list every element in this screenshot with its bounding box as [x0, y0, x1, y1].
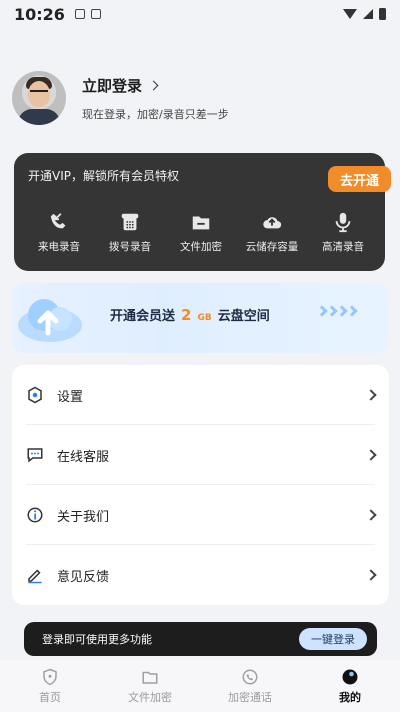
feature-incoming-call[interactable]: 来电录音 [26, 211, 92, 254]
microphone-icon [335, 212, 351, 233]
cloud-amount: 2 [181, 306, 192, 324]
menu-label: 意见反馈 [57, 569, 110, 585]
app-icon [90, 9, 101, 19]
open-vip-button[interactable]: 去开通 [328, 166, 391, 192]
tab-label: 我的 [339, 690, 361, 704]
home-shield-icon [43, 668, 57, 685]
chevron-right-icon [365, 509, 377, 521]
menu-item-about[interactable]: 关于我们 [12, 485, 389, 545]
feature-label: 文件加密 [180, 241, 222, 253]
cloud-arrows-icon [316, 305, 358, 317]
tab-label: 加密通话 [228, 690, 272, 704]
incoming-call-icon [50, 213, 66, 229]
settings-menu: 设置 在线客服 关于我们 意见反馈 [12, 365, 389, 605]
chevron-right-icon [365, 389, 377, 401]
folder-icon [142, 671, 158, 684]
status-time: 10:26 [14, 4, 65, 24]
feature-cloud-storage[interactable]: 云储存容量 [239, 211, 305, 254]
login-title: 立即登录 [82, 76, 143, 95]
bottom-tab-bar: 首页 文件加密 加密通话 我的 [0, 660, 400, 712]
chevron-right-icon [365, 449, 377, 461]
menu-item-feedback[interactable]: 意见反馈 [12, 545, 389, 605]
profile-text: 立即登录 现在登录，加密/录音只差一步 [82, 75, 229, 122]
chevron-right-icon [148, 80, 159, 90]
folder-lock-icon [192, 216, 210, 230]
notification-icon [74, 9, 85, 19]
cloud-promo-banner[interactable]: 开通会员送 2 GB 云盘空间 [12, 283, 389, 353]
login-subtitle: 现在登录，加密/录音只差一步 [82, 107, 229, 121]
status-bar: 10:26 [0, 0, 400, 28]
cloud-unit: GB [197, 313, 212, 323]
menu-label: 在线客服 [57, 449, 110, 465]
menu-label: 设置 [57, 389, 84, 405]
settings-icon [28, 386, 42, 404]
feature-label: 云储存容量 [245, 241, 299, 253]
one-click-login-button[interactable]: 一键登录 [299, 628, 367, 650]
tab-label: 文件加密 [128, 690, 172, 704]
cloud-upload-icon [263, 217, 282, 229]
info-icon [27, 507, 43, 523]
tab-label: 首页 [39, 690, 61, 704]
cloud-text-before: 开通会员送 [110, 309, 176, 324]
login-prompt-text: 登录即可使用更多功能 [42, 633, 152, 646]
feature-hd-record[interactable]: 高清录音 [310, 211, 376, 254]
feature-label: 高清录音 [322, 241, 364, 253]
login-prompt-bar: 登录即可使用更多功能 一键登录 [24, 622, 377, 656]
chevron-right-icon [365, 569, 377, 581]
tab-mine[interactable]: 我的 [305, 668, 395, 705]
avatar[interactable] [12, 71, 66, 125]
profile-icon [342, 669, 358, 684]
menu-item-customer-service[interactable]: 在线客服 [12, 425, 389, 485]
feedback-edit-icon [28, 569, 42, 584]
feature-label: 拨号录音 [109, 241, 151, 253]
login-link[interactable]: 立即登录 [82, 75, 229, 96]
battery-icon [379, 8, 386, 20]
vip-card[interactable]: 开通VIP，解锁所有会员特权 去开通 来电录音 拨号录音 文件加密 云储存容量 … [14, 153, 391, 271]
menu-item-settings[interactable]: 设置 [12, 365, 389, 425]
wifi-icon [343, 9, 357, 19]
status-system-icons [343, 8, 386, 20]
dial-phone-icon [121, 213, 139, 231]
cloud-promo-text: 开通会员送 2 GB 云盘空间 [110, 305, 270, 324]
menu-label: 关于我们 [57, 509, 110, 525]
feature-label: 来电录音 [38, 241, 80, 253]
phone-chat-icon [242, 669, 258, 684]
cloud-text-after: 云盘空间 [217, 309, 270, 324]
feature-dial[interactable]: 拨号录音 [97, 211, 163, 254]
chat-support-icon [27, 448, 43, 463]
cloud-upload-illustration-icon [18, 299, 82, 342]
vip-features: 来电录音 拨号录音 文件加密 云储存容量 高清录音 [26, 211, 376, 254]
vip-title: 开通VIP，解锁所有会员特权 [28, 169, 179, 183]
feature-file-encrypt[interactable]: 文件加密 [168, 211, 234, 254]
tab-home[interactable]: 首页 [5, 668, 95, 705]
tab-encrypted-call[interactable]: 加密通话 [205, 668, 295, 705]
signal-icon [363, 9, 373, 19]
status-notification-icons [74, 9, 101, 19]
profile-header[interactable]: 立即登录 现在登录，加密/录音只差一步 [12, 70, 388, 126]
tab-file-encrypt[interactable]: 文件加密 [105, 668, 195, 705]
